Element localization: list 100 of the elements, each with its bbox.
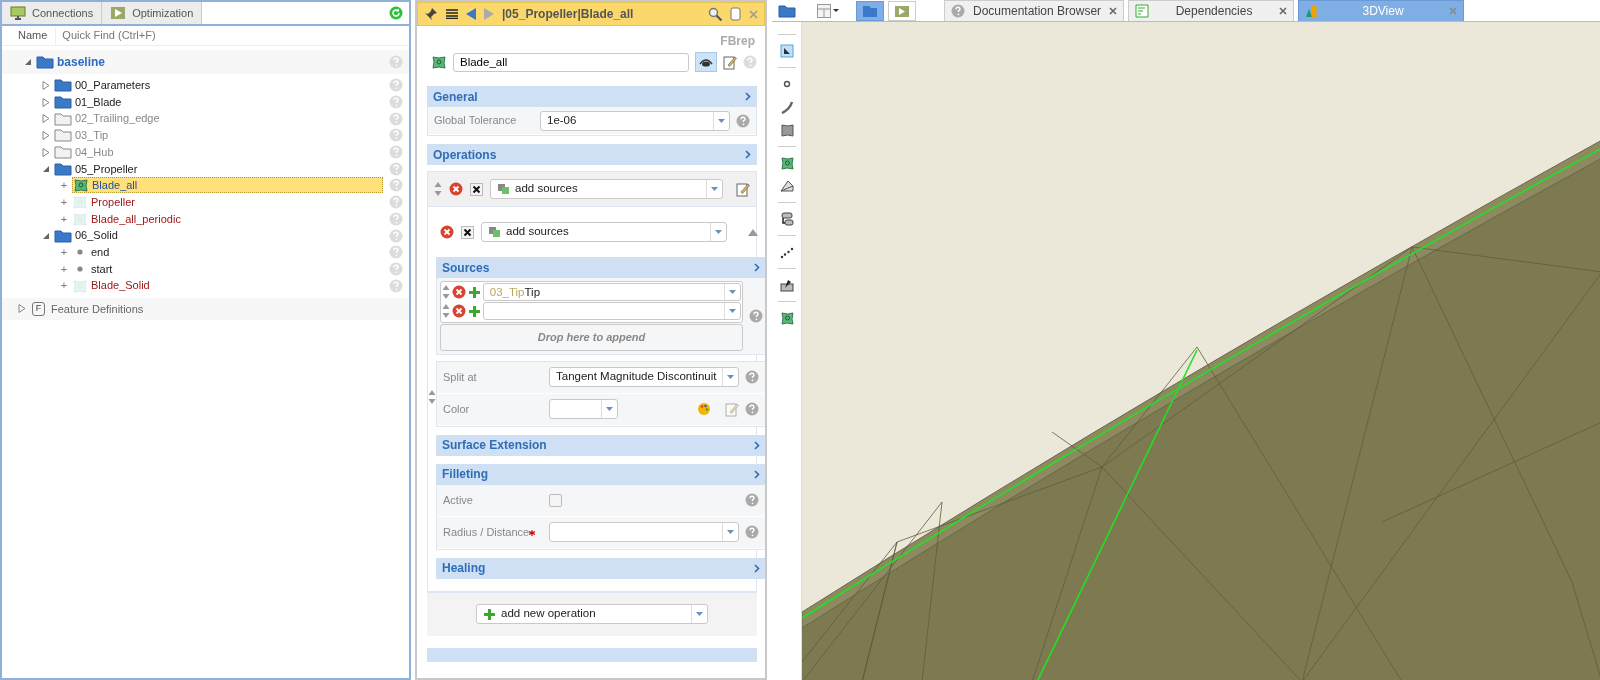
field-label: Global Tolerance — [434, 113, 518, 129]
tree-item[interactable]: 01_Blade — [72, 93, 125, 111]
collapsed-arrow-icon[interactable] — [42, 114, 50, 124]
add-operation-dropdown[interactable]: add new operation — [476, 604, 708, 624]
add-icon[interactable] — [467, 304, 481, 318]
checkbox[interactable] — [549, 493, 562, 507]
tree-item[interactable]: Blade_all_periodic — [88, 210, 184, 228]
feature-icon[interactable] — [779, 156, 794, 170]
close-icon[interactable] — [1109, 7, 1118, 15]
add-icon[interactable] — [483, 607, 496, 621]
tree-item[interactable]: Blade_all — [89, 177, 141, 194]
delete-icon[interactable] — [440, 225, 454, 239]
collapsed-arrow-icon[interactable] — [42, 147, 50, 157]
tree-item[interactable]: 04_Hub — [72, 143, 117, 161]
reorder-arrows-icon[interactable] — [434, 182, 442, 196]
section-header[interactable]: Filleting — [442, 465, 488, 483]
source-field[interactable]: 03_TipTip — [482, 283, 742, 302]
section-header[interactable]: General — [433, 87, 478, 106]
disable-icon[interactable] — [470, 182, 483, 196]
tree-item[interactable]: end — [88, 243, 113, 261]
disable-icon[interactable] — [461, 225, 474, 239]
dropdown-field[interactable]: Tangent Magnitude Discontinuit — [549, 367, 740, 387]
reorder-arrows-icon[interactable] — [441, 304, 450, 319]
panel-tab[interactable]: Optimization — [102, 2, 203, 24]
list-icon[interactable] — [446, 9, 458, 19]
help-icon — [736, 113, 750, 128]
palette-icon[interactable] — [697, 402, 712, 416]
tree-item[interactable]: 03_Tip — [72, 127, 112, 144]
reorder-arrows-icon[interactable] — [441, 285, 450, 300]
help-icon — [389, 78, 403, 93]
operation-dropdown[interactable]: add sources — [490, 179, 723, 199]
tree-item[interactable]: 05_Propeller — [72, 160, 141, 178]
document-tab[interactable]: Documentation Browser — [944, 0, 1125, 21]
collapsed-arrow-icon[interactable] — [18, 304, 26, 314]
help-icon — [389, 161, 403, 176]
edit-icon[interactable] — [736, 181, 750, 197]
solid-icon[interactable] — [779, 179, 794, 193]
panel-tab[interactable]: Connections — [2, 2, 103, 24]
source-field[interactable] — [482, 302, 742, 321]
copy-icon[interactable] — [730, 7, 741, 21]
expanded-arrow-icon[interactable] — [42, 231, 50, 240]
select-tool-icon[interactable] — [779, 44, 794, 58]
expand-toggle[interactable]: + — [56, 243, 72, 261]
tree-item[interactable]: 02_Trailing_edge — [72, 110, 163, 127]
tree-item[interactable]: start — [88, 260, 116, 278]
tree-item[interactable]: Propeller — [88, 193, 139, 211]
layout-button[interactable] — [814, 1, 842, 21]
sketch-icon[interactable] — [779, 278, 794, 292]
name-field[interactable]: Blade_all — [453, 52, 689, 72]
color-dropdown[interactable] — [549, 399, 619, 419]
expand-toggle[interactable]: + — [56, 210, 72, 228]
delete-icon[interactable] — [451, 304, 466, 319]
dotted-line-icon[interactable] — [779, 245, 794, 259]
curve-icon[interactable] — [779, 100, 794, 114]
visibility-button[interactable] — [695, 52, 717, 72]
folder-icon[interactable] — [778, 4, 796, 18]
delete-icon[interactable] — [451, 285, 466, 300]
back-arrow-icon[interactable] — [466, 8, 476, 20]
field-label: Color — [443, 401, 471, 417]
hierarchy-icon[interactable] — [779, 212, 794, 226]
collapsed-arrow-icon[interactable] — [42, 97, 50, 107]
refresh-icon[interactable] — [389, 6, 403, 20]
surface-icon[interactable] — [779, 123, 794, 137]
collapsed-arrow-icon[interactable] — [42, 80, 50, 90]
play-icon — [110, 6, 127, 20]
feature-icon[interactable] — [779, 311, 794, 325]
search-icon[interactable] — [708, 7, 722, 21]
pin-icon[interactable] — [424, 7, 438, 21]
expand-toggle[interactable]: + — [56, 277, 72, 294]
close-icon[interactable] — [749, 9, 758, 19]
chevron-icon — [745, 150, 751, 159]
tree-item[interactable]: 00_Parameters — [72, 77, 154, 94]
close-icon[interactable] — [1279, 7, 1288, 15]
delete-icon[interactable] — [449, 182, 463, 196]
tree-item[interactable]: 06_Solid — [72, 227, 121, 244]
section-header[interactable]: Sources — [442, 258, 490, 277]
chevron-icon — [754, 563, 761, 573]
edit-icon[interactable] — [723, 54, 737, 70]
view-toggle-button[interactable] — [856, 1, 884, 21]
view-toggle-button[interactable] — [888, 1, 916, 21]
dropdown-field[interactable] — [549, 522, 740, 542]
section-header[interactable]: Operations — [433, 145, 497, 164]
collapsed-arrow-icon[interactable] — [42, 130, 50, 140]
add-icon[interactable] — [467, 285, 481, 299]
expand-toggle[interactable]: + — [56, 177, 72, 194]
reorder-arrows-icon[interactable] — [428, 389, 436, 404]
collapse-arrow-icon[interactable] — [748, 228, 759, 236]
document-tab[interactable]: Dependencies — [1128, 0, 1295, 21]
expanded-arrow-icon[interactable] — [42, 164, 50, 173]
tree-item[interactable]: Blade_Solid — [88, 277, 153, 294]
play-icon — [894, 4, 910, 18]
tree-item[interactable]: baseline — [54, 53, 109, 71]
expanded-arrow-icon[interactable] — [24, 58, 32, 66]
caret-icon — [729, 290, 737, 295]
section-header[interactable]: Healing — [442, 559, 486, 577]
tree-item[interactable]: Feature Definitions — [51, 300, 144, 318]
operation-dropdown[interactable]: add sources — [481, 222, 728, 242]
expand-toggle[interactable]: + — [56, 193, 72, 211]
expand-toggle[interactable]: + — [56, 260, 72, 278]
dropdown-field[interactable]: 1e-06 — [540, 110, 730, 131]
